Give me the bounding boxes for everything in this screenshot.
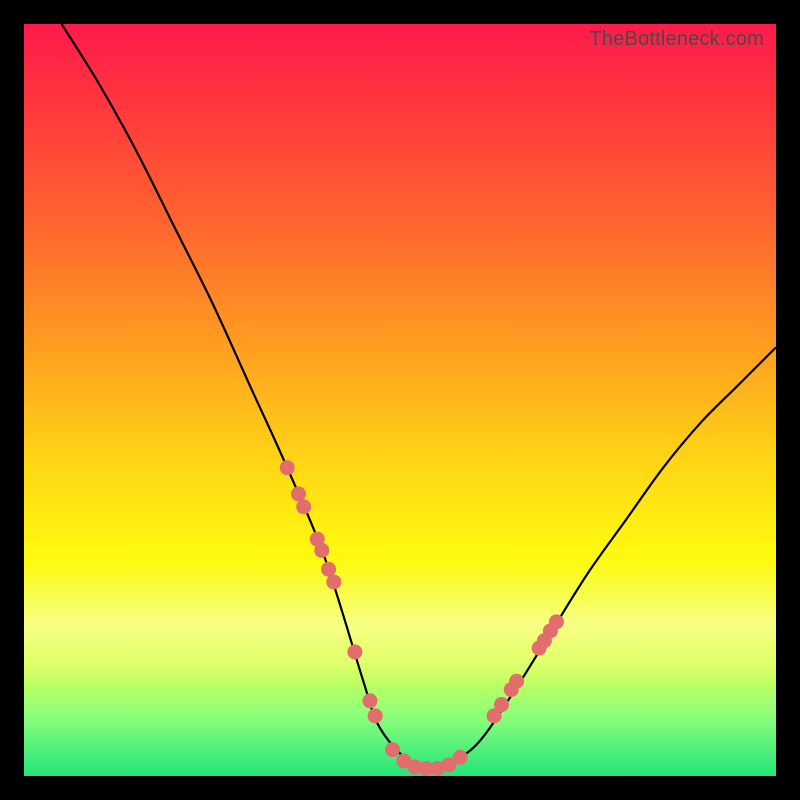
curve-marker — [549, 614, 564, 629]
curve-marker — [321, 562, 336, 577]
curve-marker — [494, 697, 509, 712]
curve-marker — [453, 750, 468, 765]
chart-frame: TheBottleneck.com — [0, 0, 800, 800]
bottleneck-curve — [24, 24, 776, 776]
curve-marker — [296, 499, 311, 514]
plot-area: TheBottleneck.com — [24, 24, 776, 776]
curve-marker — [509, 674, 524, 689]
curve-marker — [326, 574, 341, 589]
curve-marker — [385, 742, 400, 757]
curve-marker — [291, 487, 306, 502]
curve-marker — [368, 708, 383, 723]
curve-marker — [280, 460, 295, 475]
curve-marker — [362, 693, 377, 708]
curve-marker — [314, 543, 329, 558]
curve-marker — [347, 644, 362, 659]
